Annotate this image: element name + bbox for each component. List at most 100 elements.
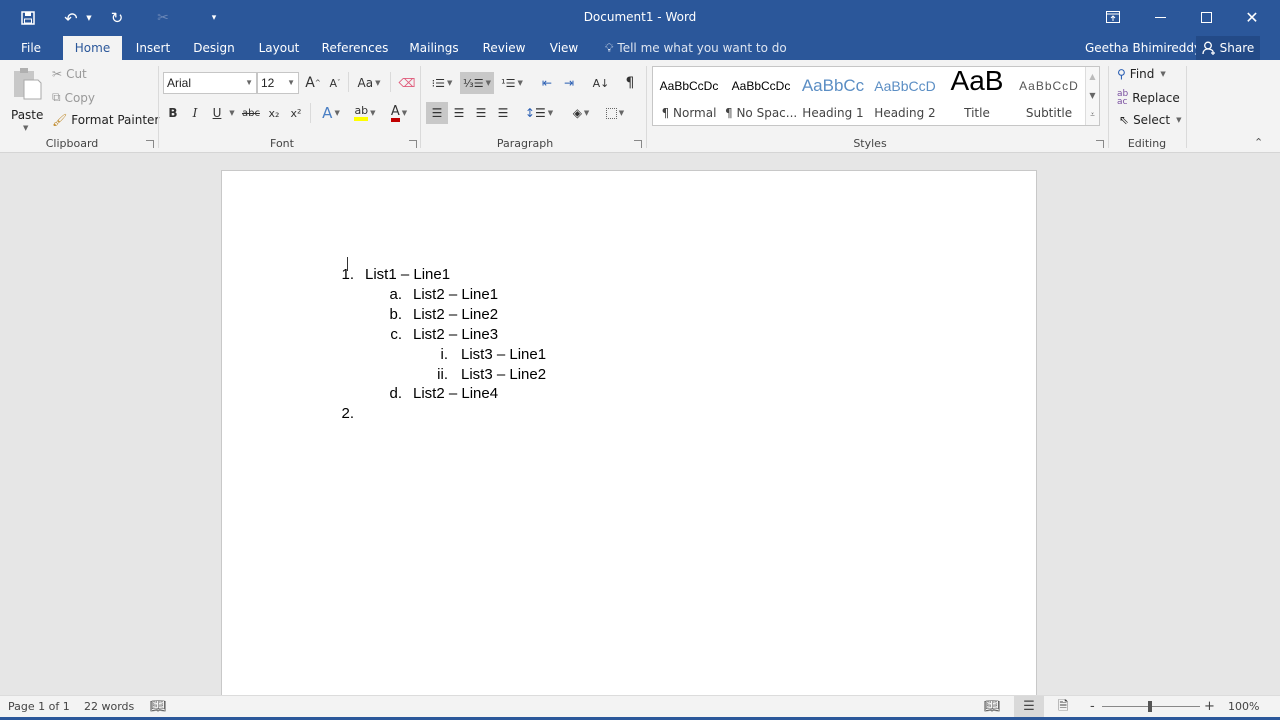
- font-dialog-launcher[interactable]: [409, 140, 417, 148]
- bold-button[interactable]: B: [162, 102, 184, 124]
- save-button[interactable]: [16, 0, 40, 36]
- zoom-level[interactable]: 100%: [1228, 696, 1259, 718]
- borders-button[interactable]: ▼: [600, 102, 630, 124]
- more-styles-icon[interactable]: ⩡: [1086, 105, 1099, 124]
- share-button[interactable]: Share: [1196, 36, 1260, 60]
- increase-indent-button[interactable]: ⇥: [558, 72, 580, 94]
- styles-group-label: Styles: [853, 137, 887, 150]
- underline-dropdown[interactable]: ▼: [226, 102, 238, 124]
- tell-me-box[interactable]: 💡︎ Tell me what you want to do: [605, 36, 787, 60]
- align-right-button[interactable]: ☰: [470, 102, 492, 124]
- tab-design[interactable]: Design: [189, 36, 239, 60]
- paragraph-dialog-launcher[interactable]: [634, 140, 642, 148]
- change-case-button[interactable]: Aa ▼: [354, 72, 384, 94]
- justify-button[interactable]: ☰: [492, 102, 514, 124]
- minimize-button[interactable]: [1137, 0, 1183, 34]
- list-marker: i.: [440, 345, 449, 363]
- strikethrough-button[interactable]: abc: [240, 102, 262, 124]
- style-name: Heading 2: [874, 106, 936, 120]
- undo-button[interactable]: ↶: [60, 0, 82, 36]
- undo-dropdown[interactable]: ▼: [83, 0, 95, 36]
- styles-scroll[interactable]: ▲ ▼ ⩡: [1085, 67, 1099, 125]
- tab-view[interactable]: View: [546, 36, 582, 60]
- user-name[interactable]: Geetha Bhimireddy: [1085, 36, 1201, 60]
- close-button[interactable]: ✕: [1229, 0, 1275, 34]
- superscript-button[interactable]: x²: [285, 102, 307, 124]
- zoom-out-button[interactable]: -: [1090, 696, 1095, 718]
- window-title: Document1 - Word: [583, 10, 697, 24]
- bullets-button[interactable]: ⁝☰ ▼: [426, 72, 458, 94]
- sort-button[interactable]: A↓: [590, 72, 612, 94]
- font-color-button[interactable]: A ▼: [384, 102, 414, 124]
- customize-qat-button[interactable]: ▾: [206, 0, 222, 36]
- paste-button[interactable]: Paste ▼: [10, 66, 44, 132]
- style-subtitle[interactable]: AaBbCcD Subtitle: [1013, 67, 1085, 125]
- select-button[interactable]: ⇖ Select ▼: [1119, 113, 1181, 127]
- tab-insert[interactable]: Insert: [131, 36, 175, 60]
- cut-button[interactable]: ✂ Cut: [52, 67, 87, 81]
- align-left-button[interactable]: ☰: [426, 102, 448, 124]
- format-painter-button[interactable]: 🖌︎ Format Painter: [52, 113, 159, 127]
- numbering-button[interactable]: ⅓☰ ▼: [460, 72, 494, 94]
- scroll-up-icon[interactable]: ▲: [1086, 67, 1099, 86]
- tab-home[interactable]: Home: [63, 36, 122, 60]
- style-no-spacing[interactable]: AaBbCcDc ¶ No Spac...: [725, 67, 797, 125]
- cut-qat-button[interactable]: ✂: [152, 0, 174, 36]
- shading-button[interactable]: ◈ ▼: [566, 102, 596, 124]
- align-center-icon: ☰: [453, 106, 465, 120]
- styles-dialog-launcher[interactable]: [1096, 140, 1104, 148]
- text-effects-icon: A: [322, 104, 333, 122]
- font-group-label: Font: [270, 137, 294, 150]
- web-layout-button[interactable]: 🗎︎: [1058, 696, 1068, 718]
- show-formatting-button[interactable]: ¶: [619, 72, 641, 94]
- font-name-combo[interactable]: Arial ▼: [163, 72, 257, 94]
- text-effects-button[interactable]: A ▼: [316, 102, 346, 124]
- justify-icon: ☰: [497, 106, 509, 120]
- tab-review[interactable]: Review: [479, 36, 529, 60]
- tab-mailings[interactable]: Mailings: [406, 36, 462, 60]
- page-count[interactable]: Page 1 of 1: [8, 696, 70, 718]
- proofing-button[interactable]: 📖︎: [150, 696, 167, 718]
- zoom-slider-thumb[interactable]: [1148, 701, 1152, 712]
- scroll-down-icon[interactable]: ▼: [1086, 86, 1099, 105]
- borders-icon: [605, 107, 617, 119]
- subscript-button[interactable]: x₂: [263, 102, 285, 124]
- zoom-in-button[interactable]: +: [1204, 696, 1215, 718]
- font-size-combo[interactable]: 12 ▼: [257, 72, 299, 94]
- paste-clipboard-icon: [14, 68, 42, 100]
- decrease-indent-button[interactable]: ⇤: [536, 72, 558, 94]
- lightbulb-icon: 💡︎: [605, 41, 614, 55]
- style-heading-1[interactable]: AaBbCc Heading 1: [797, 67, 869, 125]
- ribbon-display-options-button[interactable]: [1090, 0, 1136, 34]
- collapse-ribbon-button[interactable]: ⌃: [1254, 136, 1263, 149]
- tab-layout[interactable]: Layout: [254, 36, 304, 60]
- document-canvas[interactable]: 1. List1 – Line1 a. List2 – Line1 b. List2 – …: [0, 154, 1280, 700]
- read-mode-button[interactable]: 📖︎: [984, 696, 1001, 718]
- copy-icon: ⧉: [52, 90, 61, 104]
- replace-button[interactable]: ab ac Replace: [1117, 90, 1180, 107]
- tab-file[interactable]: File: [14, 36, 48, 60]
- maximize-button[interactable]: [1183, 0, 1229, 34]
- clipboard-dialog-launcher[interactable]: [146, 140, 154, 148]
- word-count[interactable]: 22 words: [84, 696, 134, 718]
- multilevel-list-button[interactable]: ¹☰ ▼: [496, 72, 528, 94]
- style-heading-2[interactable]: AaBbCcD Heading 2: [869, 67, 941, 125]
- list-marker: b.: [389, 305, 402, 323]
- clear-formatting-button[interactable]: ⌫: [396, 72, 418, 94]
- line-spacing-button[interactable]: ↕ ☰ ▼: [524, 102, 554, 124]
- tab-references[interactable]: References: [320, 36, 390, 60]
- grow-font-button[interactable]: A ^: [302, 72, 324, 94]
- italic-button[interactable]: I: [184, 102, 206, 124]
- style-normal[interactable]: AaBbCcDc ¶ Normal: [653, 67, 725, 125]
- decrease-indent-icon: ⇤: [541, 76, 553, 90]
- shrink-font-button[interactable]: Aˇ: [324, 72, 346, 94]
- find-button[interactable]: ⚲ Find ▼: [1117, 67, 1166, 81]
- highlight-button[interactable]: ab ▼: [350, 102, 380, 124]
- repeat-button[interactable]: ↻: [106, 0, 128, 36]
- copy-button[interactable]: ⧉ Copy: [52, 90, 95, 105]
- style-title[interactable]: AaB Title: [941, 65, 1013, 125]
- document-page[interactable]: 1. List1 – Line1 a. List2 – Line1 b. List2 – …: [221, 170, 1037, 700]
- underline-button[interactable]: U: [206, 102, 228, 124]
- align-center-button[interactable]: ☰: [448, 102, 470, 124]
- print-layout-button[interactable]: ☰: [1014, 696, 1044, 718]
